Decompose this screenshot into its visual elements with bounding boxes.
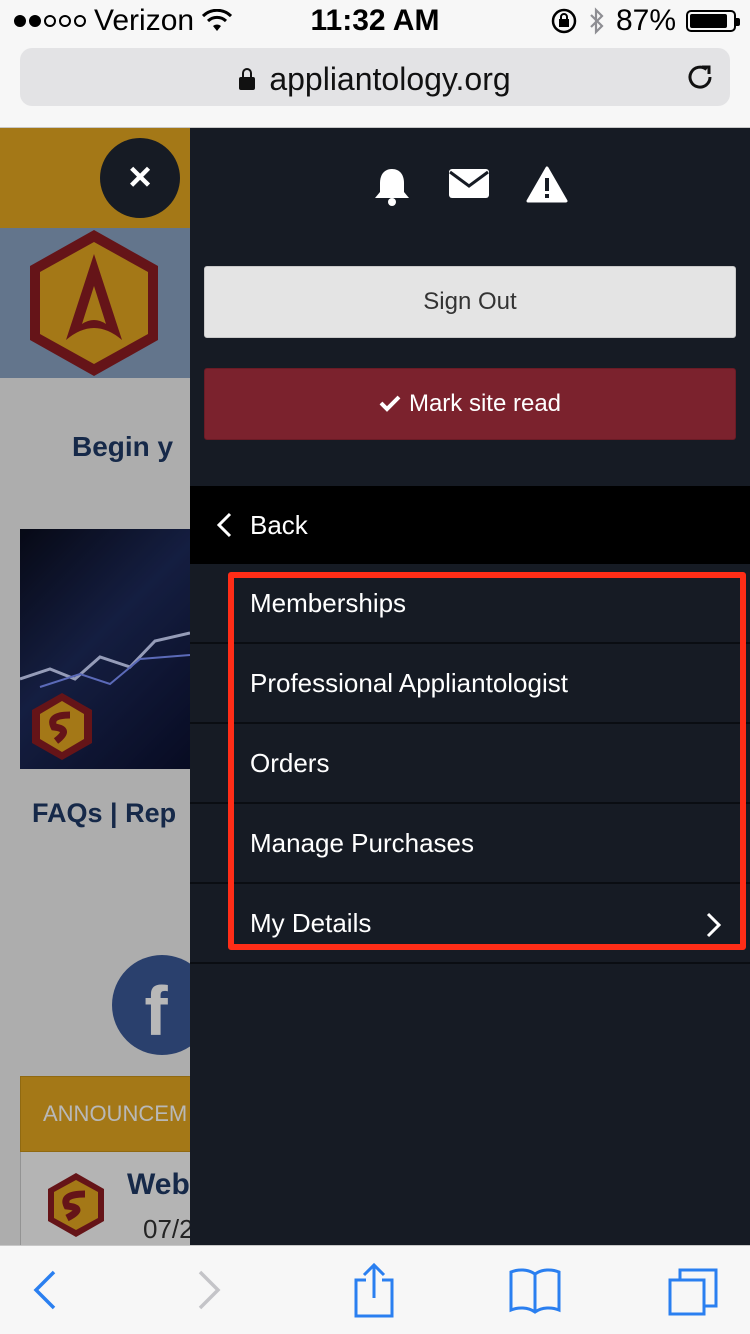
menu-item-manage-purchases[interactable]: Manage Purchases	[190, 804, 750, 884]
close-menu-button[interactable]: ×	[100, 138, 180, 218]
status-bar: Verizon 11:32 AM 87%	[0, 0, 750, 40]
mark-site-read-button[interactable]: Mark site read	[204, 368, 736, 440]
menu-item-label: Manage Purchases	[250, 828, 475, 858]
menu-item-professional-appliantologist[interactable]: Professional Appliantologist	[190, 644, 750, 724]
address-bar-area: appliantology.org	[0, 40, 750, 128]
orientation-lock-icon	[551, 8, 577, 34]
menu-item-orders[interactable]: Orders	[190, 724, 750, 804]
bluetooth-icon	[590, 7, 604, 35]
status-right: 87%	[550, 4, 740, 38]
bell-icon[interactable]	[372, 166, 412, 208]
menu-item-label: Memberships	[250, 588, 407, 618]
back-label: Back	[250, 510, 308, 540]
url-text: appliantology.org	[269, 61, 511, 97]
bookmarks-icon[interactable]	[508, 1266, 562, 1314]
reload-icon[interactable]	[684, 61, 716, 93]
side-menu: Sign Out Mark site read Back Memberships…	[190, 128, 750, 1245]
address-bar[interactable]: appliantology.org	[20, 48, 730, 106]
browser-toolbar	[0, 1245, 750, 1334]
forward-arrow-icon[interactable]	[196, 1268, 224, 1312]
tabs-icon[interactable]	[666, 1266, 720, 1318]
sign-out-button[interactable]: Sign Out	[204, 266, 736, 338]
chevron-right-icon	[706, 912, 722, 938]
url-display[interactable]: appliantology.org	[20, 61, 730, 98]
mail-icon[interactable]	[448, 166, 490, 200]
back-arrow-icon[interactable]	[30, 1268, 58, 1312]
mark-site-read-label: Mark site read	[408, 390, 562, 417]
menu-item-label: Orders	[250, 748, 330, 778]
menu-item-label: My Details	[250, 908, 372, 938]
battery-percent: 87%	[615, 4, 676, 37]
battery-level	[690, 14, 727, 28]
lock-icon	[239, 68, 256, 90]
back-button[interactable]: Back	[190, 486, 750, 564]
share-icon[interactable]	[352, 1262, 396, 1318]
warning-icon[interactable]	[526, 166, 568, 204]
chevron-left-icon	[216, 512, 232, 538]
menu-item-memberships[interactable]: Memberships	[190, 564, 750, 644]
account-menu-list: Memberships Professional Appliantologist…	[190, 564, 750, 964]
notification-icons	[190, 166, 750, 208]
battery-icon	[686, 10, 740, 32]
menu-item-my-details[interactable]: My Details	[190, 884, 750, 964]
background-page: Begin y FAQs | Rep f ANNOUNCEM Web 07/2 …	[0, 128, 190, 1245]
page-dim-overlay[interactable]	[0, 128, 190, 1245]
menu-item-label: Professional Appliantologist	[250, 668, 568, 698]
checkmark-icon	[379, 395, 401, 412]
